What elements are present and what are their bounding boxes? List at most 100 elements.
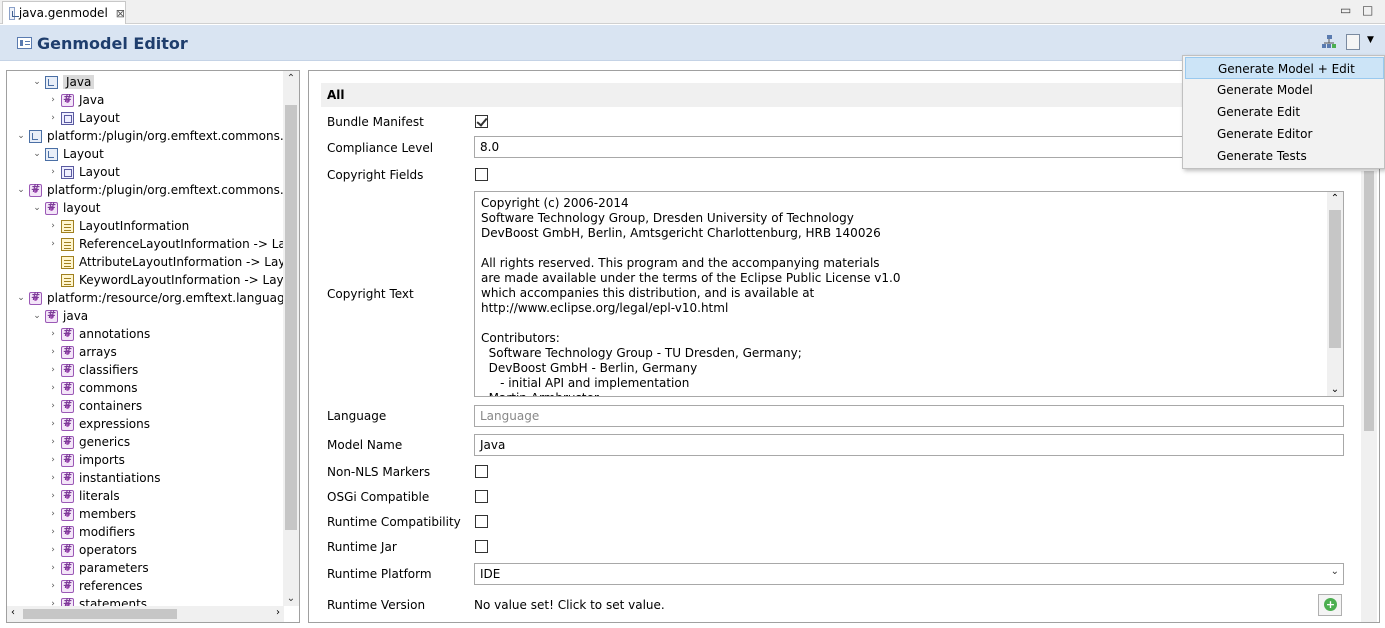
scroll-left-icon[interactable]: ‹ — [11, 607, 15, 618]
tree-item[interactable]: › ReferenceLayoutInformation -> LayoutInf… — [47, 235, 284, 253]
menu-item-generate-model[interactable]: Generate Model — [1185, 79, 1384, 101]
scroll-down-icon[interactable]: ⌄ — [1327, 384, 1343, 395]
tree-item[interactable]: › expressions — [47, 415, 150, 433]
tree-item[interactable]: › references — [47, 577, 142, 595]
menu-item-generate-editor[interactable]: Generate Editor — [1185, 123, 1384, 145]
scroll-thumb[interactable] — [23, 609, 177, 619]
expand-right-icon[interactable]: › — [47, 239, 59, 249]
runtime-platform-combo[interactable]: IDE ⌄ — [474, 563, 1344, 585]
expand-right-icon[interactable]: › — [47, 95, 59, 105]
expand-right-icon[interactable]: › — [47, 419, 59, 429]
scroll-thumb[interactable] — [285, 105, 297, 530]
tree-item[interactable]: › members — [47, 505, 136, 523]
package-icon — [61, 578, 74, 593]
tree-item[interactable]: › annotations — [47, 325, 150, 343]
tree-item[interactable]: › LayoutInformation — [47, 217, 189, 235]
expand-right-icon[interactable]: › — [47, 347, 59, 357]
scroll-down-icon[interactable]: ⌄ — [283, 593, 299, 604]
tree-item[interactable]: › arrays — [47, 343, 117, 361]
menu-item-generate-tests[interactable]: Generate Tests — [1185, 145, 1384, 167]
tree-item[interactable]: › commons — [47, 379, 137, 397]
expand-right-icon[interactable]: › — [47, 221, 59, 231]
tree-item[interactable]: › parameters — [47, 559, 148, 577]
expand-right-icon[interactable]: › — [47, 473, 59, 483]
expand-right-icon[interactable]: › — [47, 401, 59, 411]
expand-down-icon[interactable]: ⌄ — [31, 77, 43, 87]
generate-icon[interactable] — [1321, 34, 1337, 50]
tree-item[interactable]: › classifiers — [47, 361, 138, 379]
tree-item[interactable]: › statements — [47, 595, 147, 606]
expand-right-icon[interactable]: › — [47, 437, 59, 447]
runtime-jar-checkbox[interactable] — [475, 540, 488, 553]
expand-right-icon[interactable]: › — [47, 581, 59, 591]
expand-right-icon[interactable]: › — [47, 167, 59, 177]
tree-item[interactable]: KeywordLayoutInformation -> LayoutInform… — [47, 271, 284, 289]
tree-vertical-scrollbar[interactable]: ⌃ ⌄ — [283, 71, 299, 606]
model-name-field[interactable]: Java — [474, 434, 1344, 456]
scroll-thumb[interactable] — [1364, 171, 1374, 431]
expand-right-icon[interactable]: › — [47, 599, 59, 606]
tree-item[interactable]: › generics — [47, 433, 130, 451]
tab-java-genmodel[interactable]: java.genmodel ⊠ — [2, 1, 126, 24]
tree-item[interactable]: ⌄ layout — [31, 199, 100, 217]
close-tab-icon[interactable]: ⊠ — [116, 7, 125, 20]
add-value-button[interactable] — [1318, 594, 1342, 616]
non-nls-markers-checkbox[interactable] — [475, 465, 488, 478]
tree-item[interactable]: ⌄ Java — [31, 73, 95, 91]
tree-item-label: Java — [79, 93, 105, 107]
expand-right-icon[interactable]: › — [47, 527, 59, 537]
scroll-right-icon[interactable]: › — [276, 607, 280, 618]
compliance-level-value: 8.0 — [480, 140, 500, 154]
expand-right-icon[interactable]: › — [47, 563, 59, 573]
scroll-up-icon[interactable]: ⌃ — [283, 73, 299, 84]
copyright-text-area[interactable]: Copyright (c) 2006-2014 Software Technol… — [474, 191, 1344, 397]
tree-item[interactable]: › instantiations — [47, 469, 160, 487]
generate-menu-icon[interactable] — [1346, 34, 1360, 50]
tree-item[interactable]: › literals — [47, 487, 119, 505]
tree-item[interactable]: ⌄ Layout — [31, 145, 104, 163]
bundle-manifest-checkbox[interactable] — [475, 115, 488, 128]
tree-item[interactable]: ⌄ java — [31, 307, 88, 325]
minimize-icon[interactable]: ▭ — [1340, 3, 1351, 17]
expand-down-icon[interactable]: ⌄ — [15, 131, 27, 141]
tree-item[interactable]: ⌄ platform:/plugin/org.emftext.commons.la… — [15, 127, 284, 145]
runtime-version-value[interactable]: No value set! Click to set value. — [474, 598, 665, 612]
expand-right-icon[interactable]: › — [47, 329, 59, 339]
expand-right-icon[interactable]: › — [47, 383, 59, 393]
expand-right-icon[interactable]: › — [47, 455, 59, 465]
tree-item[interactable]: ⌄ platform:/resource/org.emftext.language… — [15, 289, 284, 307]
tree-item[interactable]: › containers — [47, 397, 142, 415]
expand-right-icon[interactable]: › — [47, 365, 59, 375]
tree-item[interactable]: › modifiers — [47, 523, 135, 541]
tree-item[interactable]: › Java — [47, 91, 104, 109]
osgi-compatible-checkbox[interactable] — [475, 490, 488, 503]
copyright-fields-checkbox[interactable] — [475, 168, 488, 181]
menu-item-generate-model-edit[interactable]: Generate Model + Edit — [1185, 57, 1384, 79]
expand-down-icon[interactable]: ⌄ — [31, 149, 43, 159]
tree-item[interactable]: › Layout — [47, 109, 120, 127]
expand-right-icon[interactable]: › — [47, 509, 59, 519]
expand-down-icon[interactable]: ⌄ — [15, 293, 27, 303]
chevron-down-icon[interactable]: ⌄ — [1331, 566, 1339, 577]
runtime-compatibility-checkbox[interactable] — [475, 515, 488, 528]
maximize-icon[interactable]: □ — [1362, 3, 1373, 17]
expand-right-icon[interactable]: › — [47, 113, 59, 123]
tree-item[interactable]: › Layout — [47, 163, 120, 181]
form-vertical-scrollbar[interactable] — [1361, 171, 1377, 622]
expand-right-icon[interactable]: › — [47, 545, 59, 555]
expand-right-icon[interactable]: › — [47, 491, 59, 501]
tree-item[interactable]: ⌄ platform:/plugin/org.emftext.commons.la… — [15, 181, 284, 199]
scroll-thumb[interactable] — [1329, 210, 1341, 348]
scroll-up-icon[interactable]: ⌃ — [1327, 193, 1343, 204]
tree-item[interactable]: AttributeLayoutInformation -> LayoutInfo… — [47, 253, 284, 271]
copyright-text-scrollbar[interactable]: ⌃ ⌄ — [1327, 192, 1343, 396]
dropdown-arrow-icon[interactable]: ▼ — [1367, 35, 1374, 45]
tree-item[interactable]: › imports — [47, 451, 125, 469]
tree-item[interactable]: › operators — [47, 541, 137, 559]
expand-down-icon[interactable]: ⌄ — [31, 203, 43, 213]
expand-down-icon[interactable]: ⌄ — [31, 311, 43, 321]
tree-horizontal-scrollbar[interactable]: ‹ › — [7, 606, 284, 622]
expand-down-icon[interactable]: ⌄ — [15, 185, 27, 195]
language-field[interactable]: Language — [474, 405, 1344, 427]
menu-item-generate-edit[interactable]: Generate Edit — [1185, 101, 1384, 123]
